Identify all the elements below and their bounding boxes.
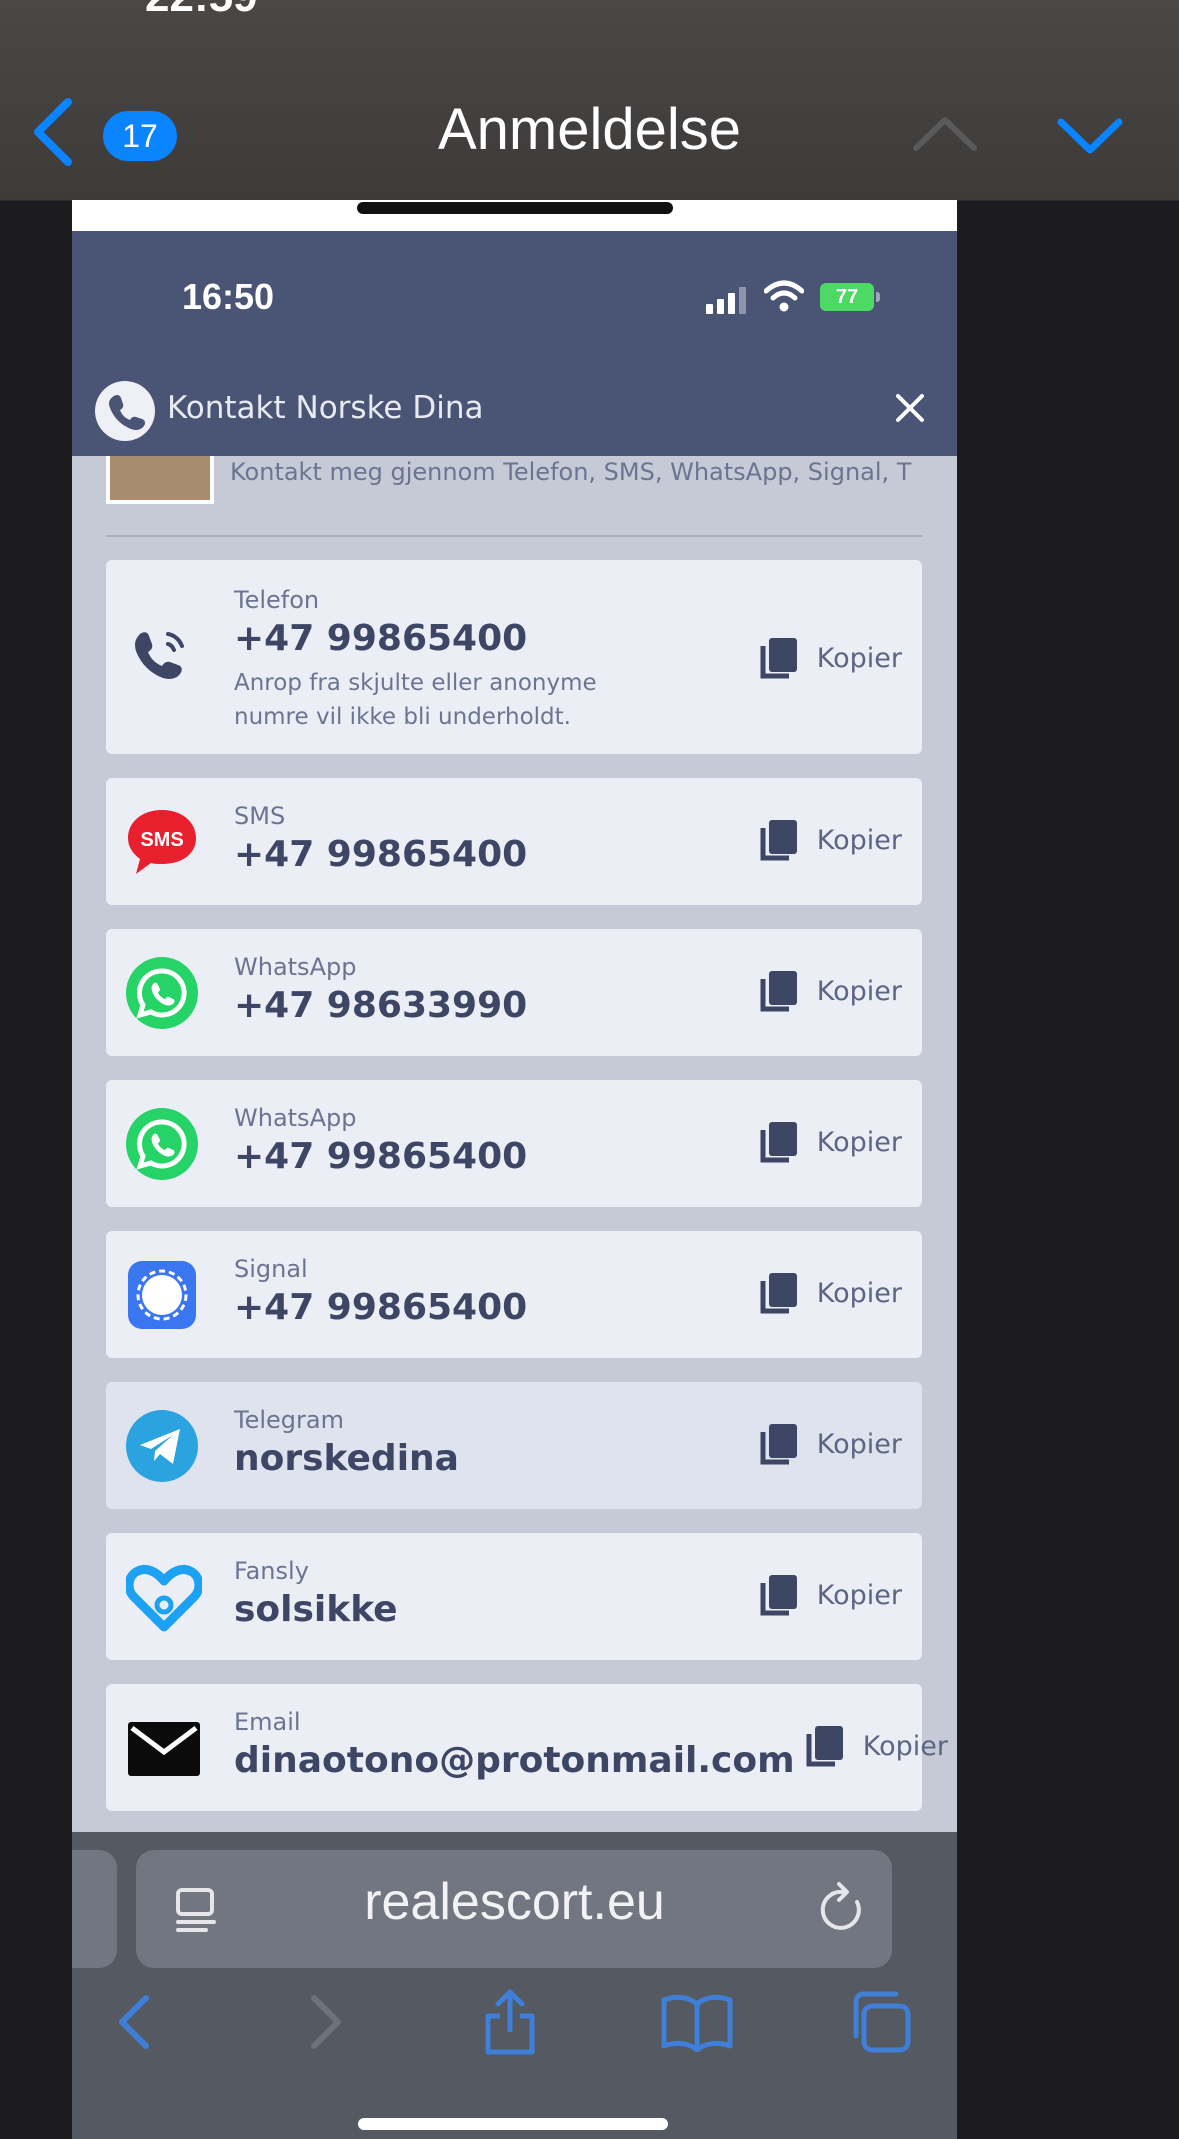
profile-description: Kontakt meg gjennom Telefon, SMS, WhatsA… [230,458,912,486]
contact-value: +47 99865400 [234,1136,528,1177]
signal-icon [128,1261,196,1329]
copy-button[interactable]: Kopier [803,1724,948,1768]
home-indicator [358,2118,668,2130]
copy-button[interactable]: Kopier [757,818,902,862]
copy-label: Kopier [816,642,902,674]
phone-circle-icon [95,381,155,441]
copy-label: Kopier [862,1730,948,1762]
contact-label: WhatsApp [234,1104,357,1132]
contact-label: Email [234,1708,301,1736]
close-icon[interactable] [892,390,928,426]
outer-nav-bar: 22:59 17 Anmeldelse [0,0,1179,201]
contact-label: Telefon [234,586,320,614]
embedded-screenshot: 16:50 77 Kontakt Norske Dina Kontakt meg… [72,200,957,2139]
contact-card-signal[interactable]: Signal +47 99865400 Kopier [106,1231,922,1358]
copy-label: Kopier [816,975,902,1007]
copy-icon [760,1424,797,1465]
contact-note: Anrop fra skjulte eller anonyme numre vi… [234,670,597,730]
whatsapp-icon [126,1108,198,1180]
contact-card-whatsapp-1[interactable]: WhatsApp +47 98633990 Kopier [106,929,922,1056]
wifi-icon [764,280,804,312]
contact-value: +47 98633990 [234,985,528,1026]
copy-icon [760,820,797,861]
copy-label: Kopier [816,1126,902,1158]
contact-label: SMS [234,802,286,830]
bookmarks-icon[interactable] [660,1992,734,2052]
contact-card-telegram[interactable]: Telegram norskedina Kopier [106,1382,922,1509]
copy-button[interactable]: Kopier [757,1271,902,1315]
copy-label: Kopier [816,1428,902,1460]
avatar [106,456,214,504]
divider [106,535,922,537]
copy-button[interactable]: Kopier [757,636,902,680]
fansly-icon [126,1564,202,1632]
browser-back-icon[interactable] [110,1990,160,2054]
contact-value: norskedina [234,1438,459,1479]
battery-indicator: 77 [820,283,880,311]
contact-label: Fansly [234,1557,309,1585]
contact-card-sms[interactable]: SMS SMS +47 99865400 Kopier [106,778,922,905]
whatsapp-icon [126,957,198,1029]
contact-card-telefon[interactable]: Telefon +47 99865400 Anrop fra skjulte e… [106,560,922,754]
copy-icon [760,1122,797,1163]
inner-top-handle [357,202,673,214]
contact-card-whatsapp-2[interactable]: WhatsApp +47 99865400 Kopier [106,1080,922,1207]
copy-icon [760,638,797,679]
outer-status-icons [859,0,1079,12]
inner-status-time: 16:50 [182,276,275,317]
email-icon [128,1722,200,1776]
copy-button[interactable]: Kopier [757,1422,902,1466]
next-chevron-icon[interactable] [1055,110,1125,160]
sms-icon: SMS [128,810,196,874]
outer-status-time: 22:59 [145,0,258,22]
cell-signal-icon [706,287,746,314]
phone-call-icon [135,632,184,679]
copy-button[interactable]: Kopier [757,1573,902,1617]
copy-label: Kopier [816,824,902,856]
contact-label: Telegram [234,1406,344,1434]
page-title: Anmeldelse [437,97,742,162]
copy-icon [760,1575,797,1616]
previous-chevron-icon[interactable] [910,108,980,158]
copy-icon [806,1726,843,1767]
contact-card-fansly[interactable]: Fansly solsikke Kopier [106,1533,922,1660]
reload-icon[interactable] [817,1880,869,1938]
copy-label: Kopier [816,1579,902,1611]
contact-value: solsikke [234,1589,398,1630]
contact-value: +47 99865400 [234,834,528,875]
contact-card-email[interactable]: Email dinaotono@protonmail.com Kopier [106,1684,948,1811]
copy-icon [760,971,797,1012]
contact-value: +47 99865400 [234,1287,528,1328]
copy-button[interactable]: Kopier [757,1120,902,1164]
modal-title: Kontakt Norske Dina [167,390,484,426]
tabs-icon[interactable] [848,1988,914,2056]
browser-forward-icon[interactable] [300,1990,350,2054]
contact-value: +47 99865400 [234,618,528,659]
sms-icon-text: SMS [140,829,183,851]
copy-label: Kopier [816,1277,902,1309]
copy-button[interactable]: Kopier [757,969,902,1013]
copy-icon [760,1273,797,1314]
contact-value: dinaotono@protonmail.com [234,1740,795,1781]
contact-label: WhatsApp [234,953,357,981]
telegram-icon [126,1410,198,1482]
share-icon[interactable] [480,1986,540,2058]
contact-label: Signal [234,1255,308,1283]
